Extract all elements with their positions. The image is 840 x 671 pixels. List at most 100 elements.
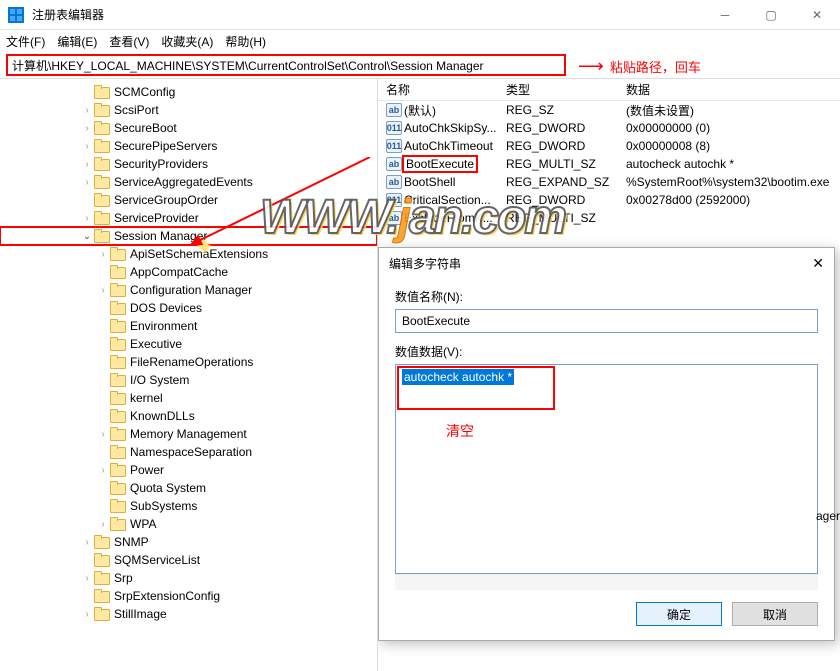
chevron-icon[interactable]: › [80,213,94,224]
col-type[interactable]: 类型 [498,81,618,98]
chevron-icon[interactable]: › [96,429,110,440]
chevron-icon[interactable]: › [96,465,110,476]
tree-item[interactable]: FileRenameOperations [0,353,377,371]
edit-multistring-dialog: 编辑多字符串 ✕ 数值名称(N): 数值数据(V): autocheck aut… [378,247,835,641]
menu-help[interactable]: 帮助(H) [225,33,266,50]
tree-item[interactable]: › WPA [0,515,377,533]
chevron-icon[interactable]: ⌄ [80,231,94,242]
tree-item-label: ServiceGroupOrder [114,193,218,207]
col-data[interactable]: 数据 [618,81,840,98]
tree-item[interactable]: ›Srp [0,569,377,587]
string-value-icon: ab [386,175,402,189]
name-input[interactable] [395,309,818,333]
menu-favorites[interactable]: 收藏夹(A) [161,33,213,50]
chevron-icon[interactable]: › [80,159,94,170]
col-name[interactable]: 名称 [378,81,498,98]
tree-item[interactable]: NamespaceSeparation [0,443,377,461]
data-label: 数值数据(V): [395,343,818,360]
tree-item[interactable]: ›SecureBoot [0,119,377,137]
data-textarea[interactable] [396,365,817,573]
tree-item[interactable]: ›ApiSetSchemaExtensions [0,245,377,263]
tree-item-label: SNMP [114,535,149,549]
tree-item-label: Session Manager [114,229,207,243]
ok-button[interactable]: 确定 [636,602,722,626]
tree-item-label: SecurePipeServers [114,139,217,153]
chevron-icon[interactable]: › [80,123,94,134]
chevron-icon[interactable]: › [80,537,94,548]
tree-item[interactable]: SubSystems [0,497,377,515]
tree-item[interactable]: Executive [0,335,377,353]
tree-item-label: Configuration Manager [130,283,252,297]
dialog-close-icon[interactable]: ✕ [812,255,824,272]
address-bar-wrap: 计算机\HKEY_LOCAL_MACHINE\SYSTEM\CurrentCon… [0,54,840,76]
textarea-hscroll[interactable] [395,574,818,590]
folder-icon [110,391,126,405]
tree-item[interactable]: ServiceGroupOrder [0,191,377,209]
tree-item[interactable]: Quota System [0,479,377,497]
menu-file[interactable]: 文件(F) [6,33,45,50]
value-row[interactable]: abExcludeFromK...REG_MULTI_SZ [378,209,840,227]
tree-item[interactable]: DOS Devices [0,299,377,317]
chevron-icon[interactable]: › [96,249,110,260]
menu-view[interactable]: 查看(V) [109,33,149,50]
folder-icon [110,499,126,513]
tree-item[interactable]: › SecurePipeServers [0,137,377,155]
minimize-button[interactable]: ─ [702,0,748,30]
value-name: CriticalSection... [404,193,491,207]
folder-icon [110,337,126,351]
folder-icon [110,319,126,333]
cancel-button[interactable]: 取消 [732,602,818,626]
tree-item[interactable]: ›Memory Management [0,425,377,443]
tree-item[interactable]: ›ScsiPort [0,101,377,119]
tree-item[interactable]: AppCompatCache [0,263,377,281]
close-button[interactable]: ✕ [794,0,840,30]
main-split: SCMConfig›ScsiPort›SecureBoot›SecurePipe… [0,78,840,671]
values-pane: 名称 类型 数据 ab(默认)REG_SZ(数值未设置)011AutoChkSk… [378,79,840,671]
tree-item[interactable]: I/O System [0,371,377,389]
chevron-icon[interactable]: › [96,519,110,530]
value-row[interactable]: 011AutoChkSkipSy...REG_DWORD0x00000000 (… [378,119,840,137]
overflow-text: ager [816,509,840,523]
tree-item[interactable]: ›ServiceAggregatedEvents [0,173,377,191]
chevron-icon[interactable]: › [80,141,94,152]
tree-item-label: StillImage [114,607,167,621]
folder-icon [94,85,110,99]
maximize-button[interactable]: ▢ [748,0,794,30]
tree-item-label: SQMServiceList [114,553,200,567]
binary-value-icon: 011 [386,193,402,207]
tree-item[interactable]: SCMConfig [0,83,377,101]
tree-item[interactable]: ›ServiceProvider [0,209,377,227]
tree-pane[interactable]: SCMConfig›ScsiPort›SecureBoot›SecurePipe… [0,79,378,671]
value-row[interactable]: abBootShellREG_EXPAND_SZ%SystemRoot%\sys… [378,173,840,191]
tree-item-label: SCMConfig [114,85,175,99]
folder-icon [110,355,126,369]
tree-item[interactable]: › StillImage [0,605,377,623]
tree-item[interactable]: ›Power [0,461,377,479]
tree-item[interactable]: › SecurityProviders [0,155,377,173]
tree-item[interactable]: › SNMP [0,533,377,551]
value-data: 0x00000008 (8) [618,139,840,153]
tree-item-label: WPA [130,517,156,531]
tree-item[interactable]: kernel [0,389,377,407]
value-row[interactable]: ab(默认)REG_SZ(数值未设置) [378,101,840,119]
value-row[interactable]: 011CriticalSection...REG_DWORD0x00278d00… [378,191,840,209]
chevron-icon[interactable]: › [96,285,110,296]
value-row[interactable]: 011AutoChkTimeoutREG_DWORD0x00000008 (8) [378,137,840,155]
tree-item[interactable]: Environment [0,317,377,335]
chevron-icon[interactable]: › [80,105,94,116]
tree-item[interactable]: KnownDLLs [0,407,377,425]
chevron-icon[interactable]: › [80,177,94,188]
value-name: BootShell [404,175,455,189]
tree-item[interactable]: › Configuration Manager [0,281,377,299]
list-body: ab(默认)REG_SZ(数值未设置)011AutoChkSkipSy...RE… [378,101,840,227]
menu-edit[interactable]: 编辑(E) [57,33,97,50]
tree-item[interactable]: SrpExtensionConfig [0,587,377,605]
folder-icon [94,139,110,153]
tree-item[interactable]: ⌄ Session Manager [0,227,377,245]
tree-item[interactable]: SQMServiceList [0,551,377,569]
value-row[interactable]: abBootExecuteREG_MULTI_SZautocheck autoc… [378,155,840,173]
address-bar[interactable]: 计算机\HKEY_LOCAL_MACHINE\SYSTEM\CurrentCon… [6,54,566,76]
chevron-icon[interactable]: › [80,609,94,620]
tree-item-label: SecurityProviders [114,157,208,171]
chevron-icon[interactable]: › [80,573,94,584]
